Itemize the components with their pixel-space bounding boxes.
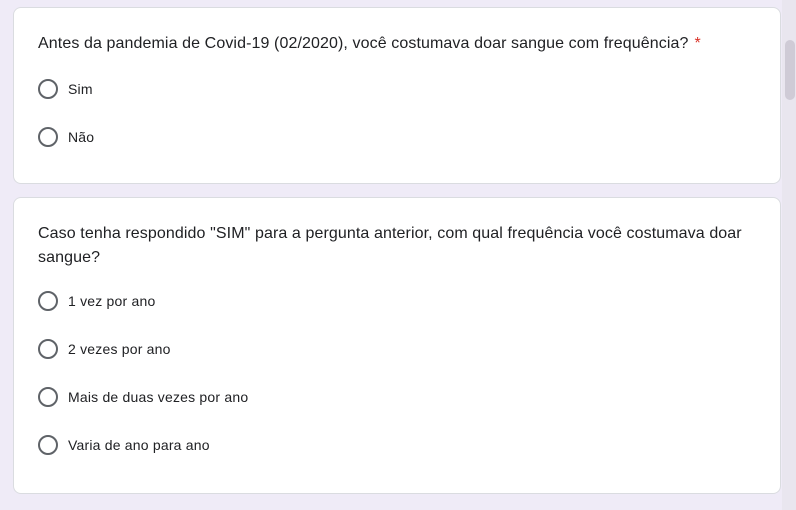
radio-option-mais-de-duas[interactable]: Mais de duas vezes por ano [38,373,756,421]
question-card-2: Caso tenha respondido "SIM" para a pergu… [13,197,781,494]
radio-button[interactable] [38,387,58,407]
radio-option-1-vez[interactable]: 1 vez por ano [38,277,756,325]
radio-button[interactable] [38,291,58,311]
question-title-2: Caso tenha respondido "SIM" para a pergu… [38,225,742,266]
radio-button[interactable] [38,435,58,455]
question-card-1: Antes da pandemia de Covid-19 (02/2020),… [13,7,781,184]
radio-button[interactable] [38,79,58,99]
scrollbar-thumb[interactable] [785,40,795,100]
radio-group-1: Sim Não [38,65,756,161]
radio-option-varia[interactable]: Varia de ano para ano [38,421,756,469]
radio-option-label: 2 vezes por ano [68,341,171,357]
radio-option-label: 1 vez por ano [68,293,156,309]
scrollbar-track[interactable] [782,0,796,510]
radio-option-nao[interactable]: Não [38,113,756,161]
radio-group-2: 1 vez por ano 2 vezes por ano Mais de du… [38,277,756,469]
radio-option-label: Mais de duas vezes por ano [68,389,249,405]
radio-button[interactable] [38,127,58,147]
radio-option-label: Não [68,129,95,145]
radio-button[interactable] [38,339,58,359]
question-title-1-text: Antes da pandemia de Covid-19 (02/2020),… [38,35,689,52]
required-asterisk: * [694,35,701,52]
radio-option-label: Varia de ano para ano [68,437,210,453]
radio-option-sim[interactable]: Sim [38,65,756,113]
radio-option-2-vezes[interactable]: 2 vezes por ano [38,325,756,373]
radio-option-label: Sim [68,81,93,97]
question-title-1: Antes da pandemia de Covid-19 (02/2020),… [38,32,756,56]
